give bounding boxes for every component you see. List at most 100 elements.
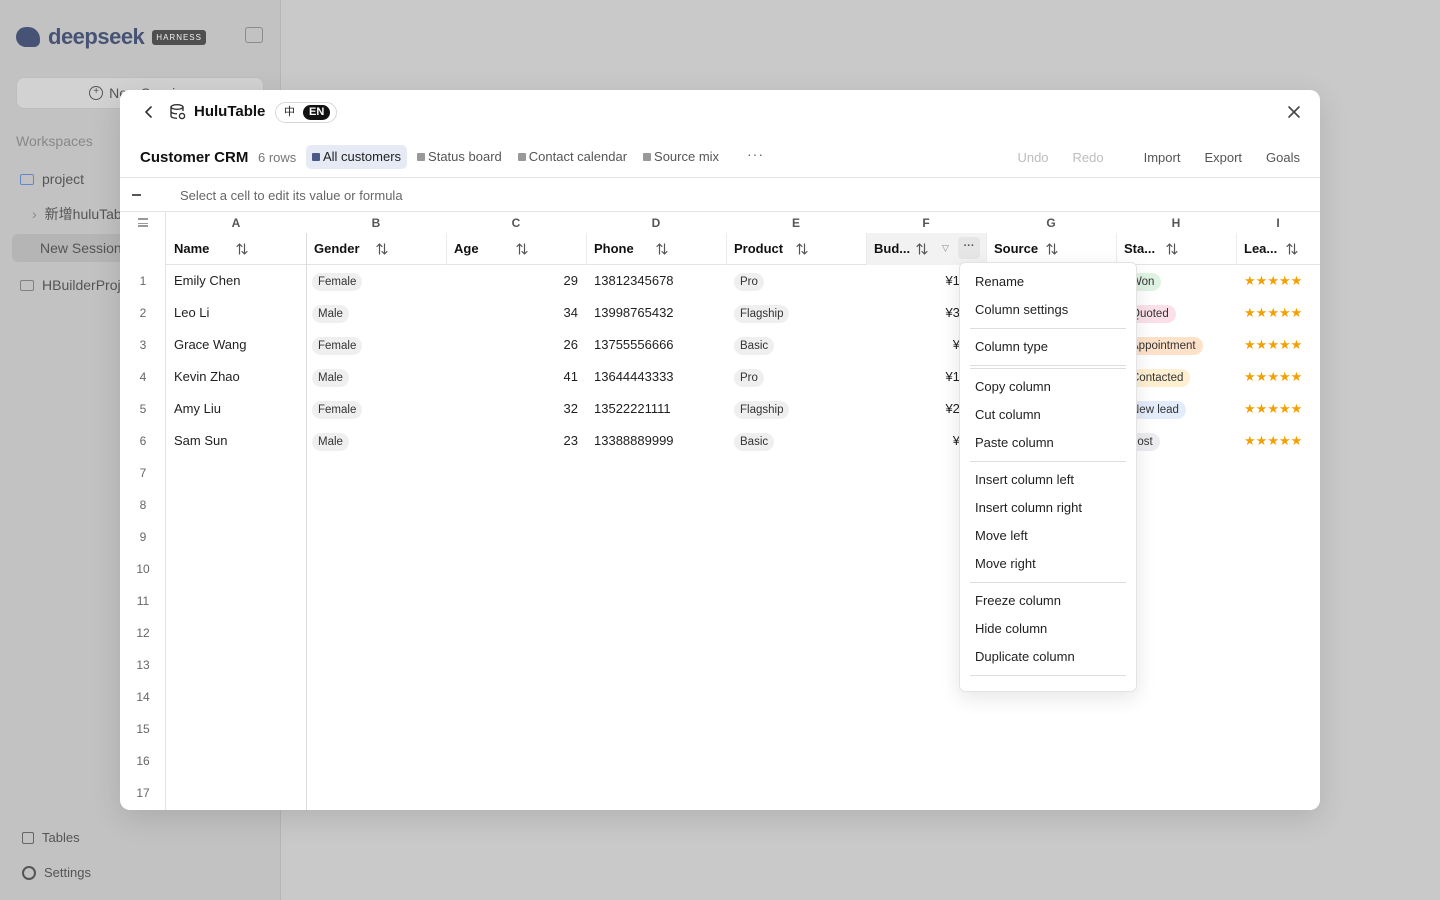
product-cell[interactable]: Pro [734, 361, 858, 393]
close-icon[interactable] [1284, 102, 1304, 122]
row-number[interactable]: 6 [120, 425, 166, 457]
row-number[interactable]: 2 [120, 297, 166, 329]
status-cell[interactable]: Appointment [1124, 329, 1228, 361]
product-cell[interactable]: Flagship [734, 297, 858, 329]
row-number[interactable]: 14 [120, 681, 166, 713]
tab-source-mix[interactable]: Source mix [637, 145, 725, 169]
menu-item-column-settings[interactable]: Column settings [960, 296, 1136, 324]
column-header-bud[interactable]: Bud... ▽ ··· [866, 233, 986, 265]
sort-icon[interactable] [656, 242, 668, 256]
product-cell[interactable]: Pro [734, 265, 858, 297]
export-button[interactable]: Export [1192, 150, 1254, 165]
undo-button[interactable]: Undo [1005, 150, 1060, 165]
rating-cell[interactable]: ★★★★★ [1244, 265, 1312, 297]
menu-item-freeze-column[interactable]: Freeze column [960, 587, 1136, 615]
phone-cell[interactable]: 13522221111 [594, 393, 718, 425]
gender-cell[interactable]: Female [312, 393, 438, 425]
phone-cell[interactable]: 13755556666 [594, 329, 718, 361]
status-cell[interactable]: Lost [1124, 425, 1228, 457]
row-number[interactable]: 10 [120, 553, 166, 585]
menu-item-column-type[interactable]: Column type [960, 333, 1136, 361]
age-cell[interactable]: 26 [454, 329, 578, 361]
sort-icon[interactable] [916, 242, 928, 256]
column-header-sta[interactable]: Sta... [1116, 233, 1236, 265]
sort-icon[interactable] [796, 242, 808, 256]
lang-option-en[interactable]: EN [303, 105, 331, 120]
row-number[interactable]: 9 [120, 521, 166, 553]
sort-icon[interactable] [516, 242, 528, 256]
tab-contact-calendar[interactable]: Contact calendar [512, 145, 633, 169]
sort-icon[interactable] [376, 242, 388, 256]
phone-cell[interactable]: 13998765432 [594, 297, 718, 329]
menu-item-hide-column[interactable]: Hide column [960, 615, 1136, 643]
more-views-button[interactable]: ··· [747, 146, 764, 162]
phone-cell[interactable]: 13644443333 [594, 361, 718, 393]
gender-cell[interactable]: Male [312, 425, 438, 457]
rating-cell[interactable]: ★★★★★ [1244, 297, 1312, 329]
gender-cell[interactable]: Female [312, 329, 438, 361]
table-row[interactable]: Grace WangFemale2613755556666Basic¥5,0Ap… [166, 329, 1320, 361]
table-row[interactable]: Sam SunMale2313388889999Basic¥3,0Lost★★★… [166, 425, 1320, 457]
menu-item-paste-column[interactable]: Paste column [960, 429, 1136, 457]
tab-status-board[interactable]: Status board [411, 145, 508, 169]
age-cell[interactable]: 41 [454, 361, 578, 393]
row-number[interactable]: 16 [120, 745, 166, 777]
name-cell[interactable]: Emily Chen [174, 265, 298, 297]
redo-button[interactable]: Redo [1061, 150, 1116, 165]
language-toggle[interactable]: 中 EN [275, 102, 337, 123]
column-header-lea[interactable]: Lea... [1236, 233, 1320, 265]
product-cell[interactable]: Flagship [734, 393, 858, 425]
sort-icon[interactable] [1046, 242, 1058, 256]
column-header-phone[interactable]: Phone [586, 233, 726, 265]
rating-cell[interactable]: ★★★★★ [1244, 329, 1312, 361]
menu-item-insert-column-left[interactable]: Insert column left [960, 466, 1136, 494]
sort-icon[interactable] [1286, 242, 1298, 256]
formula-bar[interactable]: Select a cell to edit its value or formu… [120, 179, 1320, 212]
menu-item-move-right[interactable]: Move right [960, 550, 1136, 578]
phone-cell[interactable]: 13388889999 [594, 425, 718, 457]
product-cell[interactable]: Basic [734, 425, 858, 457]
product-cell[interactable]: Basic [734, 329, 858, 361]
name-cell[interactable]: Leo Li [174, 297, 298, 329]
status-cell[interactable]: Contacted [1124, 361, 1228, 393]
menu-item-rename[interactable]: Rename [960, 268, 1136, 296]
row-number[interactable]: 17 [120, 777, 166, 809]
status-cell[interactable]: Won [1124, 265, 1228, 297]
table-row[interactable]: Emily ChenFemale2913812345678Pro¥12,0Won… [166, 265, 1320, 297]
menu-item-move-left[interactable]: Move left [960, 522, 1136, 550]
table-row[interactable]: Kevin ZhaoMale4113644443333Pro¥15,0Conta… [166, 361, 1320, 393]
status-cell[interactable]: New lead [1124, 393, 1228, 425]
column-header-gender[interactable]: Gender [306, 233, 446, 265]
row-number[interactable]: 3 [120, 329, 166, 361]
gender-cell[interactable]: Female [312, 265, 438, 297]
menu-item-copy-column[interactable]: Copy column [960, 373, 1136, 401]
sort-icon[interactable] [236, 242, 248, 256]
gender-cell[interactable]: Male [312, 361, 438, 393]
age-cell[interactable]: 23 [454, 425, 578, 457]
filter-icon[interactable]: ▽ [942, 233, 949, 264]
row-number[interactable]: 8 [120, 489, 166, 521]
status-cell[interactable]: Quoted [1124, 297, 1228, 329]
phone-cell[interactable]: 13812345678 [594, 265, 718, 297]
table-row[interactable]: Amy LiuFemale3213522221111Flagship¥25,0N… [166, 393, 1320, 425]
rating-cell[interactable]: ★★★★★ [1244, 425, 1312, 457]
back-button[interactable] [140, 102, 158, 122]
menu-item-cut-column[interactable]: Cut column [960, 401, 1136, 429]
column-header-name[interactable]: Name [166, 233, 306, 265]
goals-button[interactable]: Goals [1254, 150, 1304, 165]
sort-icon[interactable] [1166, 242, 1178, 256]
collapse-icon[interactable] [132, 194, 141, 196]
row-number[interactable]: 5 [120, 393, 166, 425]
column-header-product[interactable]: Product [726, 233, 866, 265]
name-cell[interactable]: Sam Sun [174, 425, 298, 457]
gender-cell[interactable]: Male [312, 297, 438, 329]
table-row[interactable]: Leo LiMale3413998765432Flagship¥30,0Quot… [166, 297, 1320, 329]
row-number[interactable]: 11 [120, 585, 166, 617]
age-cell[interactable]: 29 [454, 265, 578, 297]
row-number[interactable]: 15 [120, 713, 166, 745]
row-number[interactable]: 1 [120, 265, 166, 297]
name-cell[interactable]: Kevin Zhao [174, 361, 298, 393]
menu-item-duplicate-column[interactable]: Duplicate column [960, 643, 1136, 671]
import-button[interactable]: Import [1132, 150, 1193, 165]
tab-all-customers[interactable]: All customers [306, 145, 408, 169]
